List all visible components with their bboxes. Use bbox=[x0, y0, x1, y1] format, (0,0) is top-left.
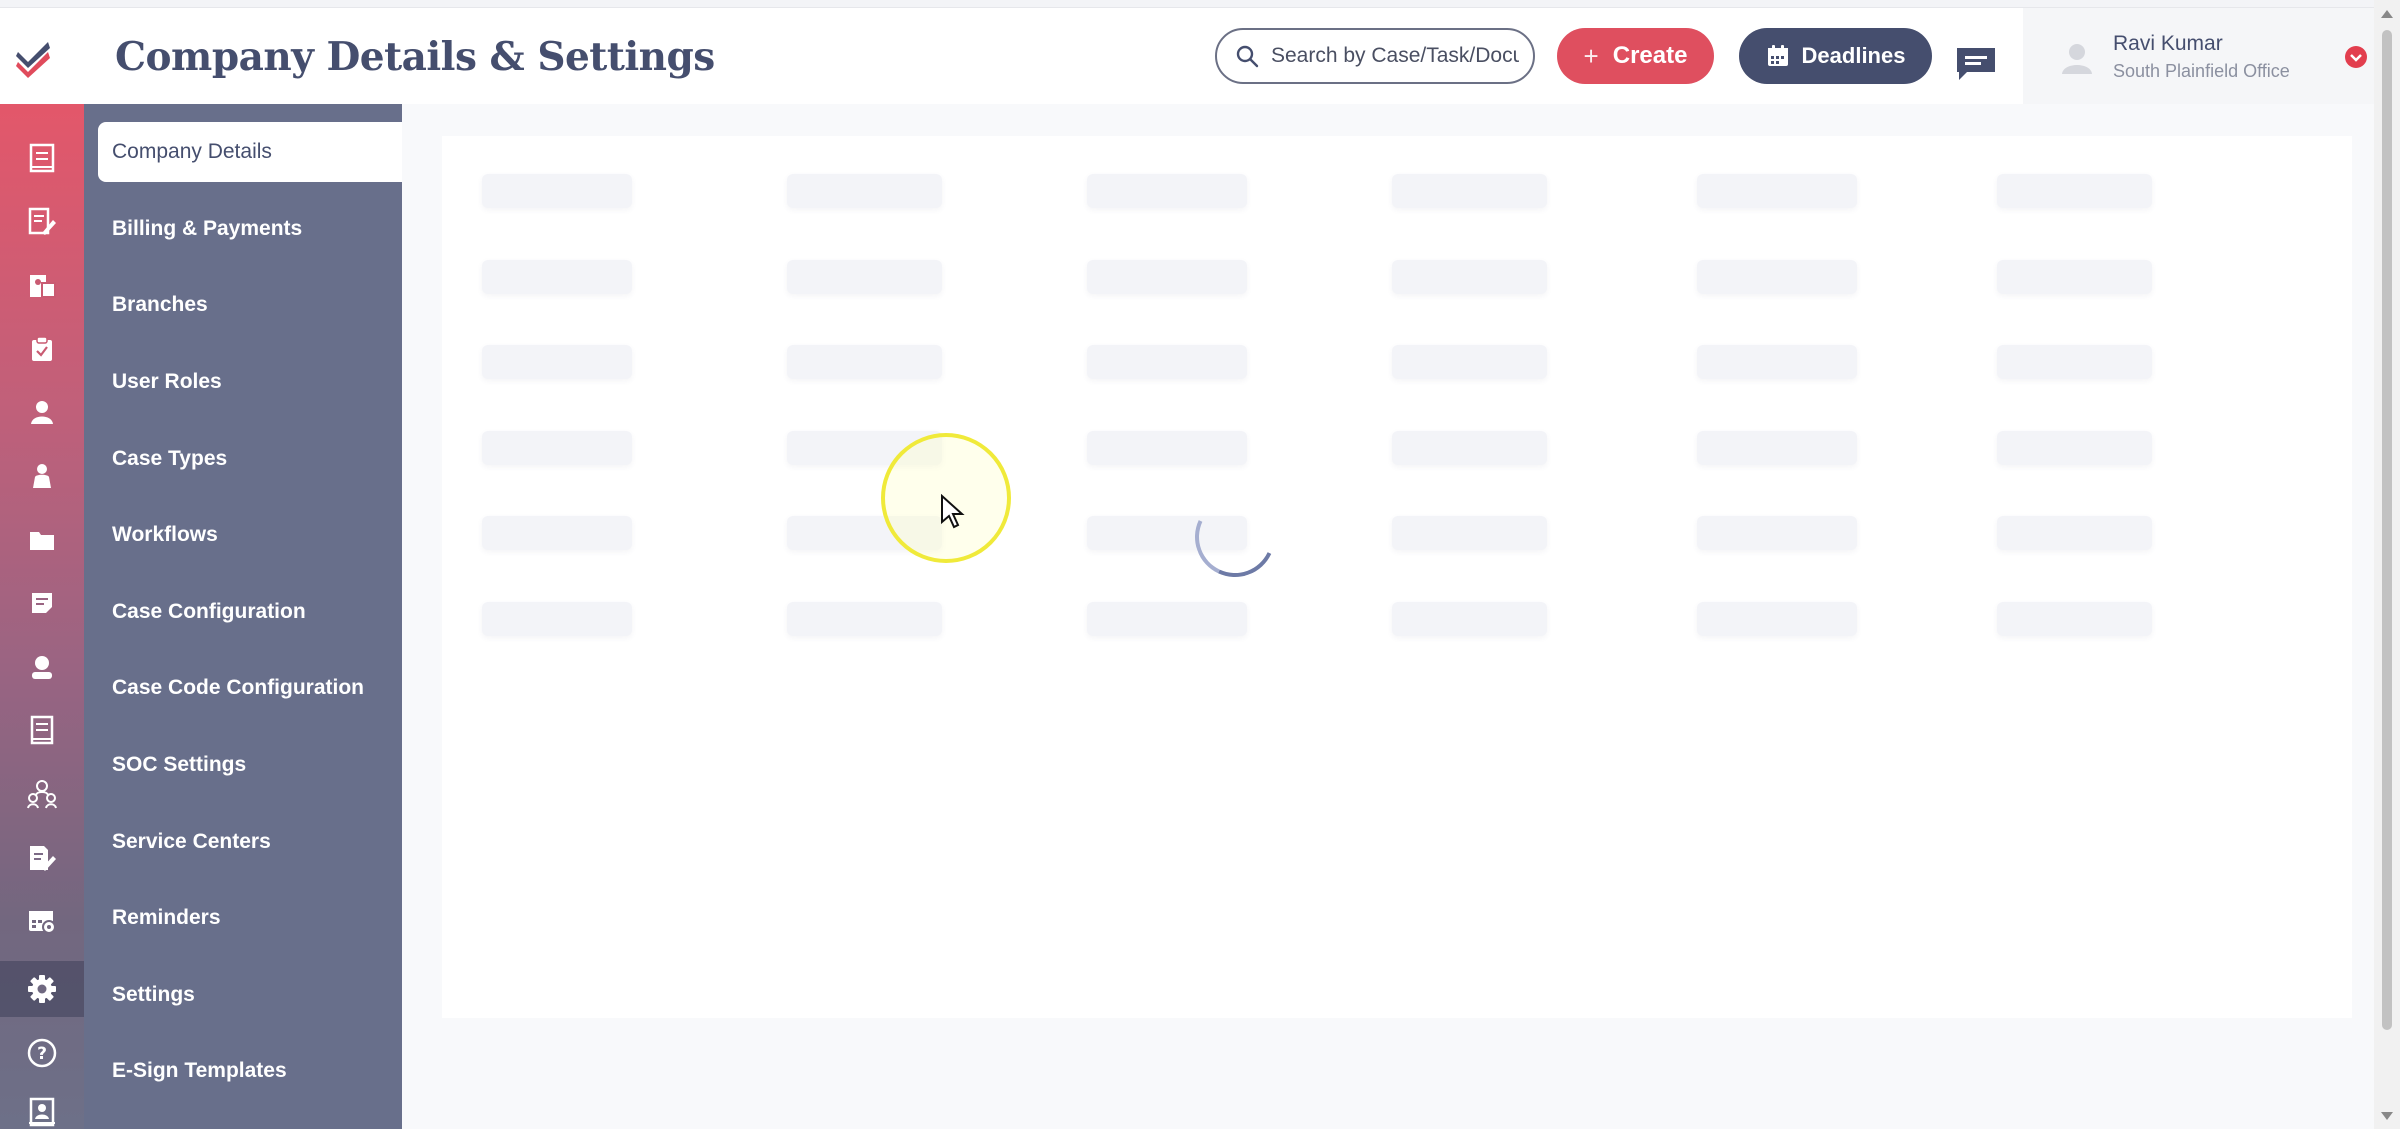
skeleton-cell bbox=[1087, 345, 1247, 379]
skeleton-cell bbox=[1997, 345, 2152, 379]
team-icon[interactable] bbox=[0, 766, 84, 822]
skeleton-cell bbox=[1392, 345, 1547, 379]
skeleton-cell bbox=[1697, 260, 1857, 294]
scrollbar-thumb[interactable] bbox=[2382, 30, 2392, 1030]
case-folder-icon[interactable] bbox=[0, 257, 84, 313]
scroll-up-icon[interactable] bbox=[2381, 10, 2393, 18]
nav-item-branches[interactable]: Branches bbox=[98, 275, 402, 335]
skeleton-cell bbox=[482, 174, 632, 208]
skeleton-cell bbox=[1392, 260, 1547, 294]
nav-item-user-roles[interactable]: User Roles bbox=[98, 352, 402, 412]
skeleton-cell bbox=[1997, 516, 2152, 550]
deadlines-button[interactable]: Deadlines bbox=[1739, 28, 1932, 84]
search-icon bbox=[1236, 45, 1259, 68]
nav-item-company-details[interactable]: Company Details bbox=[98, 122, 402, 182]
plus-icon: + bbox=[1583, 40, 1599, 71]
user-name: Ravi Kumar bbox=[2113, 32, 2223, 55]
mouse-cursor-icon bbox=[941, 494, 965, 529]
skeleton-cell bbox=[787, 260, 942, 294]
person-icon[interactable] bbox=[0, 448, 84, 504]
skeleton-cell bbox=[1997, 260, 2152, 294]
avatar bbox=[2062, 44, 2092, 74]
skeleton-cell bbox=[1087, 602, 1247, 636]
main-content bbox=[402, 104, 2374, 1129]
calendar-settings-icon[interactable] bbox=[0, 893, 84, 949]
skeleton-cell bbox=[1392, 602, 1547, 636]
skeleton-cell bbox=[1392, 431, 1547, 465]
user-profile-icon[interactable] bbox=[0, 639, 84, 695]
search-box[interactable] bbox=[1215, 28, 1535, 84]
user-office: South Plainfield Office bbox=[2113, 61, 2290, 81]
help-icon[interactable]: ? bbox=[0, 1025, 84, 1081]
scrollbar[interactable] bbox=[2374, 0, 2400, 1129]
skeleton-cell bbox=[787, 174, 942, 208]
skeleton-cell bbox=[787, 345, 942, 379]
skeleton-cell bbox=[1997, 174, 2152, 208]
app-logo-icon[interactable] bbox=[14, 38, 54, 78]
skeleton-cell bbox=[1697, 516, 1857, 550]
note-icon[interactable] bbox=[0, 575, 84, 631]
folder-icon[interactable] bbox=[0, 512, 84, 568]
chat-icon[interactable] bbox=[1955, 46, 1997, 82]
nav-item-settings[interactable]: Settings bbox=[98, 965, 402, 1025]
user-menu[interactable]: Ravi Kumar South Plainfield Office bbox=[2023, 8, 2386, 104]
skeleton-cell bbox=[1697, 431, 1857, 465]
edit-document-icon[interactable] bbox=[0, 194, 84, 250]
nav-item-service-centers[interactable]: Service Centers bbox=[98, 812, 402, 872]
settings-nav: Company Details Billing & Payments Branc… bbox=[84, 104, 402, 1129]
nav-item-case-code-configuration[interactable]: Case Code Configuration bbox=[98, 658, 402, 718]
clipboard-icon[interactable] bbox=[0, 321, 84, 377]
nav-item-case-configuration[interactable]: Case Configuration bbox=[98, 582, 402, 642]
book-icon[interactable] bbox=[0, 702, 84, 758]
create-button-label: Create bbox=[1612, 42, 1688, 69]
skeleton-cell bbox=[1997, 602, 2152, 636]
chevron-down-icon[interactable] bbox=[2345, 46, 2367, 68]
skeleton-cell bbox=[1392, 174, 1547, 208]
nav-item-e-sign-templates[interactable]: E-Sign Templates bbox=[98, 1041, 402, 1101]
contacts-icon[interactable] bbox=[0, 1084, 84, 1140]
skeleton-cell bbox=[1087, 260, 1247, 294]
skeleton-cell bbox=[482, 260, 632, 294]
loading-spinner-icon bbox=[1183, 485, 1287, 589]
app-header: Company Details & Settings + Create Dead… bbox=[0, 8, 2400, 104]
skeleton-cell bbox=[482, 516, 632, 550]
skeleton-cell bbox=[482, 602, 632, 636]
nav-item-billing-payments[interactable]: Billing & Payments bbox=[98, 199, 402, 259]
client-icon[interactable] bbox=[0, 384, 84, 440]
document-icon[interactable] bbox=[0, 130, 84, 186]
skeleton-cell bbox=[1697, 174, 1857, 208]
skeleton-cell bbox=[1087, 431, 1247, 465]
nav-item-workflows[interactable]: Workflows bbox=[98, 505, 402, 565]
scroll-down-icon[interactable] bbox=[2381, 1112, 2393, 1120]
gear-icon[interactable] bbox=[0, 961, 84, 1017]
skeleton-cell bbox=[1697, 602, 1857, 636]
skeleton-cell bbox=[1392, 516, 1547, 550]
content-card bbox=[442, 136, 2352, 1018]
create-button[interactable]: + Create bbox=[1557, 28, 1714, 84]
skeleton-cell bbox=[1997, 431, 2152, 465]
svg-text:?: ? bbox=[37, 1044, 47, 1064]
calendar-icon bbox=[1767, 45, 1788, 66]
file-edit-icon[interactable] bbox=[0, 830, 84, 886]
skeleton-cell bbox=[787, 602, 942, 636]
skeleton-cell bbox=[1697, 345, 1857, 379]
window-top-border bbox=[0, 0, 2400, 8]
search-input[interactable] bbox=[1269, 43, 1521, 69]
skeleton-cell bbox=[482, 431, 632, 465]
deadlines-button-label: Deadlines bbox=[1801, 43, 1906, 68]
nav-item-reminders[interactable]: Reminders bbox=[98, 888, 402, 948]
skeleton-cell bbox=[1087, 174, 1247, 208]
nav-item-soc-settings[interactable]: SOC Settings bbox=[98, 735, 402, 795]
icon-rail: ? bbox=[0, 104, 84, 1129]
page-title: Company Details & Settings bbox=[115, 34, 715, 80]
skeleton-cell bbox=[482, 345, 632, 379]
nav-item-case-types[interactable]: Case Types bbox=[98, 429, 402, 489]
